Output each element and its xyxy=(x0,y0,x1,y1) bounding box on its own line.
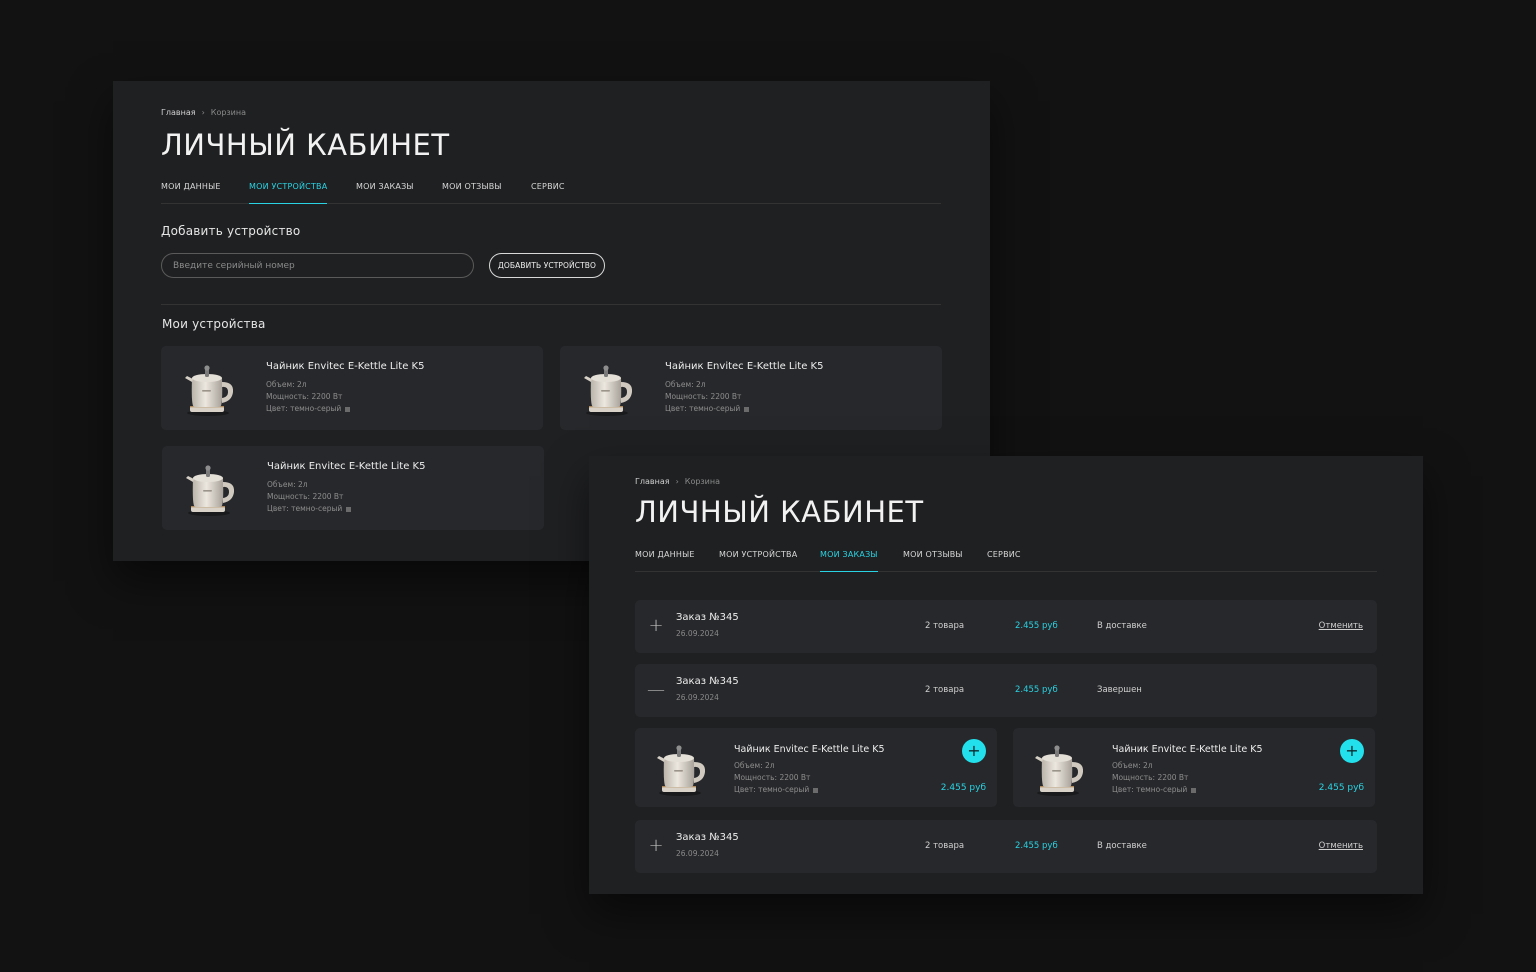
item-color: Цвет: темно-серый xyxy=(1112,785,1188,794)
breadcrumb: Главная › Корзина xyxy=(161,108,246,117)
item-price: 2.455 руб xyxy=(1318,783,1364,793)
device-volume: Объем: 2л xyxy=(266,380,307,389)
tab-bar: МОИ ДАННЫЕ МОИ УСТРОЙСТВА МОИ ЗАКАЗЫ МОИ… xyxy=(635,550,1377,572)
item-name: Чайник Envitec E-Kettle Lite K5 xyxy=(1112,744,1263,755)
kettle-image xyxy=(181,360,237,418)
order-number: Заказ №345 xyxy=(676,832,739,843)
collapse-minus-icon[interactable]: — xyxy=(647,681,665,699)
breadcrumb: Главная › Корзина xyxy=(635,477,720,486)
order-row[interactable]: + Заказ №345 26.09.2024 2 товара 2.455 р… xyxy=(635,820,1377,873)
device-name: Чайник Envitec E-Kettle Lite K5 xyxy=(665,361,824,372)
expand-plus-icon[interactable]: + xyxy=(647,617,665,635)
color-swatch xyxy=(345,406,351,412)
tab-my-data[interactable]: МОИ ДАННЫЕ xyxy=(635,550,695,572)
order-price: 2.455 руб xyxy=(1015,685,1058,695)
page-title: ЛИЧНЫЙ КАБИНЕТ xyxy=(161,128,450,162)
add-device-button[interactable]: ДОБАВИТЬ УСТРОЙСТВО xyxy=(489,253,605,278)
breadcrumb-current: Корзина xyxy=(210,108,247,117)
section-divider xyxy=(161,304,941,305)
device-name: Чайник Envitec E-Kettle Lite K5 xyxy=(266,361,425,372)
kettle-image xyxy=(1031,740,1087,798)
color-swatch xyxy=(1191,787,1197,793)
tab-service[interactable]: СЕРВИС xyxy=(987,550,1021,572)
device-power: Мощность: 2200 Вт xyxy=(267,492,344,501)
order-number: Заказ №345 xyxy=(676,676,739,687)
device-color: Цвет: темно-серый xyxy=(266,404,342,413)
device-power: Мощность: 2200 Вт xyxy=(266,392,343,401)
order-number: Заказ №345 xyxy=(676,612,739,623)
my-devices-heading: Мои устройства xyxy=(162,317,266,331)
breadcrumb-home[interactable]: Главная xyxy=(635,477,670,486)
device-color: Цвет: темно-серый xyxy=(665,404,741,413)
tab-my-reviews[interactable]: МОИ ОТЗЫВЫ xyxy=(442,182,502,204)
item-power: Мощность: 2200 Вт xyxy=(1112,773,1189,782)
device-card[interactable]: Чайник Envitec E-Kettle Lite K5 Объем: 2… xyxy=(161,346,543,430)
item-volume: Объем: 2л xyxy=(734,761,775,770)
add-device-heading: Добавить устройство xyxy=(161,224,301,238)
kettle-image xyxy=(182,460,238,518)
tab-my-devices[interactable]: МОИ УСТРОЙСТВА xyxy=(719,550,797,572)
tab-my-data[interactable]: МОИ ДАННЫЕ xyxy=(161,182,221,204)
order-item-card[interactable]: Чайник Envitec E-Kettle Lite K5 Объем: 2… xyxy=(635,728,997,807)
order-status: В доставке xyxy=(1097,841,1147,851)
item-power: Мощность: 2200 Вт xyxy=(734,773,811,782)
add-to-cart-plus-icon[interactable]: + xyxy=(962,739,986,763)
breadcrumb-current: Корзина xyxy=(684,477,721,486)
cancel-order-link[interactable]: Отменить xyxy=(1319,841,1363,851)
chevron-right-icon: › xyxy=(201,108,205,117)
order-item-count: 2 товара xyxy=(925,621,965,631)
breadcrumb-home[interactable]: Главная xyxy=(161,108,196,117)
tab-service[interactable]: СЕРВИС xyxy=(531,182,565,204)
item-price: 2.455 руб xyxy=(940,783,986,793)
device-name: Чайник Envitec E-Kettle Lite K5 xyxy=(267,461,426,472)
tab-my-orders[interactable]: МОИ ЗАКАЗЫ xyxy=(820,550,878,572)
device-volume: Объем: 2л xyxy=(665,380,706,389)
tab-bar: МОИ ДАННЫЕ МОИ УСТРОЙСТВА МОИ ЗАКАЗЫ МОИ… xyxy=(161,182,941,204)
page-title: ЛИЧНЫЙ КАБИНЕТ xyxy=(635,495,924,529)
device-volume: Объем: 2л xyxy=(267,480,308,489)
device-card[interactable]: Чайник Envitec E-Kettle Lite K5 Объем: 2… xyxy=(560,346,942,430)
order-price: 2.455 руб xyxy=(1015,841,1058,851)
device-power: Мощность: 2200 Вт xyxy=(665,392,742,401)
order-row[interactable]: — Заказ №345 26.09.2024 2 товара 2.455 р… xyxy=(635,664,1377,717)
order-date: 26.09.2024 xyxy=(676,629,719,638)
device-color: Цвет: темно-серый xyxy=(267,504,343,513)
kettle-image xyxy=(653,740,709,798)
item-name: Чайник Envitec E-Kettle Lite K5 xyxy=(734,744,885,755)
serial-number-input[interactable] xyxy=(161,253,474,278)
color-swatch xyxy=(744,406,750,412)
order-status: Завершен xyxy=(1097,685,1142,695)
kettle-image xyxy=(580,360,636,418)
order-item-count: 2 товара xyxy=(925,841,965,851)
order-date: 26.09.2024 xyxy=(676,849,719,858)
order-item-card[interactable]: Чайник Envitec E-Kettle Lite K5 Объем: 2… xyxy=(1013,728,1375,807)
item-color: Цвет: темно-серый xyxy=(734,785,810,794)
order-date: 26.09.2024 xyxy=(676,693,719,702)
color-swatch xyxy=(346,506,352,512)
order-item-count: 2 товара xyxy=(925,685,965,695)
tab-my-devices[interactable]: МОИ УСТРОЙСТВА xyxy=(249,182,328,204)
item-volume: Объем: 2л xyxy=(1112,761,1153,770)
tab-my-orders[interactable]: МОИ ЗАКАЗЫ xyxy=(356,182,414,204)
order-row[interactable]: + Заказ №345 26.09.2024 2 товара 2.455 р… xyxy=(635,600,1377,653)
color-swatch xyxy=(813,787,819,793)
order-status: В доставке xyxy=(1097,621,1147,631)
expand-plus-icon[interactable]: + xyxy=(647,837,665,855)
add-to-cart-plus-icon[interactable]: + xyxy=(1340,739,1364,763)
cancel-order-link[interactable]: Отменить xyxy=(1319,621,1363,631)
chevron-right-icon: › xyxy=(675,477,679,486)
order-price: 2.455 руб xyxy=(1015,621,1058,631)
device-card[interactable]: Чайник Envitec E-Kettle Lite K5 Объем: 2… xyxy=(162,446,544,530)
tab-my-reviews[interactable]: МОИ ОТЗЫВЫ xyxy=(903,550,963,572)
orders-panel: Главная › Корзина ЛИЧНЫЙ КАБИНЕТ МОИ ДАН… xyxy=(589,456,1423,894)
